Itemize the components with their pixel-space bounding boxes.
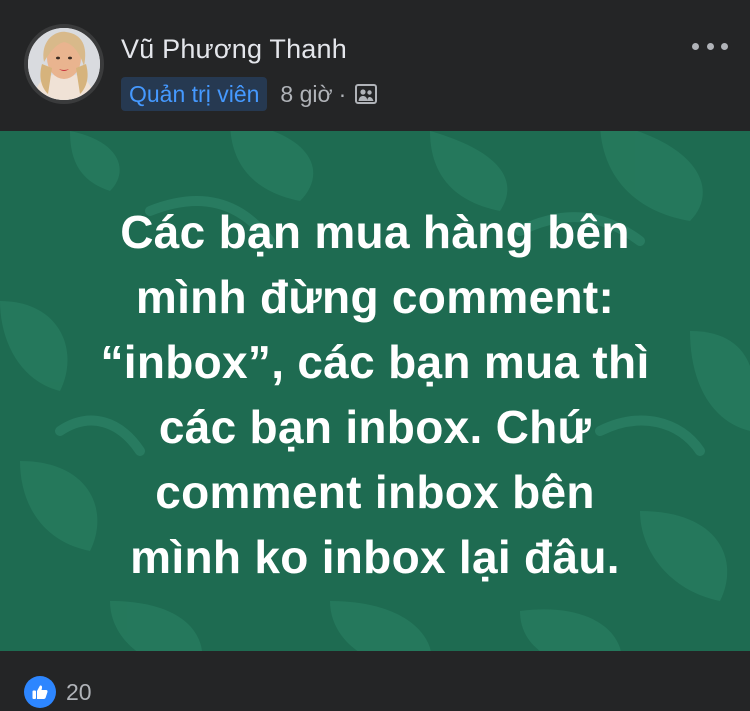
- avatar[interactable]: [24, 24, 104, 104]
- more-dot: [706, 42, 714, 50]
- like-icon[interactable]: [24, 676, 56, 708]
- meta-separator: ·: [338, 80, 347, 107]
- post-timestamp[interactable]: 8 giờ: [280, 81, 332, 108]
- post-message: Các bạn mua hàng bên mình đừng comment: …: [30, 200, 720, 590]
- post-header: Vũ Phương Thanh Quản trị viên 8 giờ ·: [0, 0, 750, 131]
- post-footer: 20: [0, 651, 750, 711]
- admin-badge[interactable]: Quản trị viên: [121, 77, 268, 111]
- more-dot: [692, 42, 699, 50]
- message-line: comment inbox bên: [155, 466, 595, 518]
- more-options-icon[interactable]: [692, 34, 728, 58]
- reaction-count[interactable]: 20: [66, 679, 92, 706]
- avatar-image: [28, 28, 100, 100]
- message-line: Các bạn mua hàng bên: [120, 206, 630, 258]
- post-meta: Quản trị viên 8 giờ ·: [121, 77, 378, 111]
- group-icon: [354, 82, 378, 106]
- message-line: “inbox”, các bạn mua thì: [100, 336, 650, 388]
- message-line: mình đừng comment:: [135, 271, 615, 323]
- author-name[interactable]: Vũ Phương Thanh: [121, 34, 347, 65]
- facebook-post: Vũ Phương Thanh Quản trị viên 8 giờ · Cá…: [0, 0, 750, 711]
- message-line: các bạn inbox. Chứ: [158, 401, 592, 453]
- post-text-card[interactable]: Các bạn mua hàng bên mình đừng comment: …: [0, 131, 750, 651]
- more-dot: [721, 42, 728, 50]
- message-line: mình ko inbox lại đâu.: [130, 531, 620, 583]
